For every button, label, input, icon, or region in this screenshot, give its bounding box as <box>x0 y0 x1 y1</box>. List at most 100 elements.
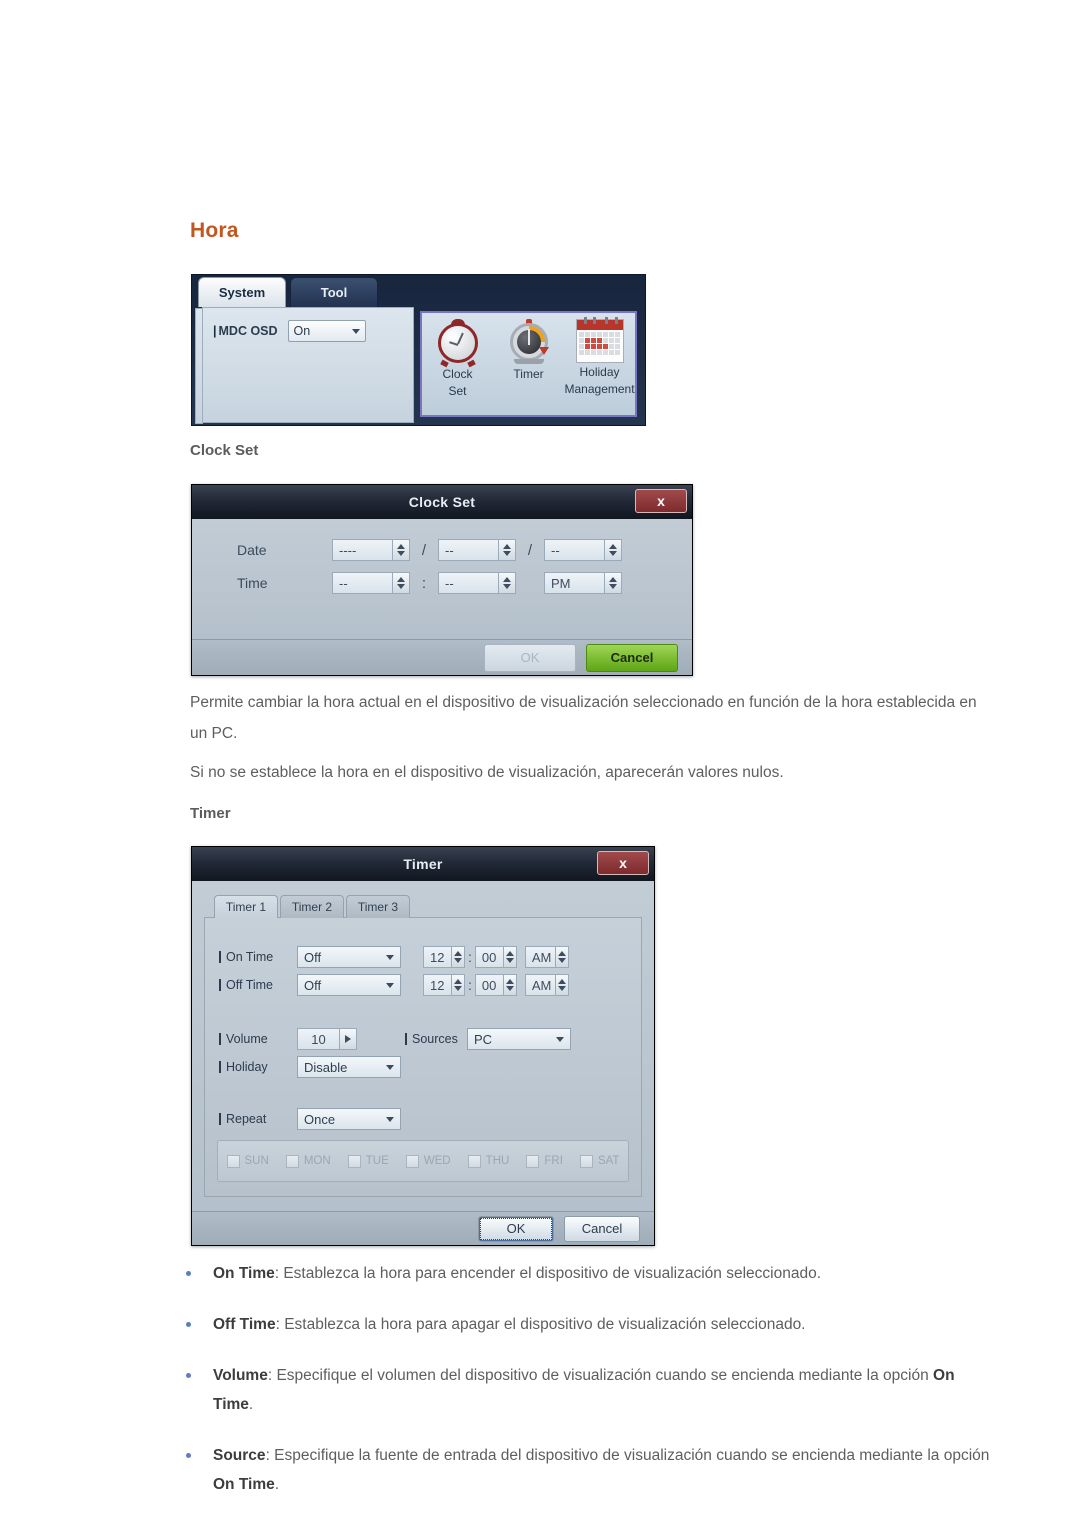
time-label: Time <box>237 575 268 591</box>
time-meridiem-arrows[interactable] <box>604 572 622 594</box>
volume-row: Volume 10 Sources PC <box>219 1028 571 1050</box>
section-heading-clock-set: Clock Set <box>190 442 259 459</box>
checkbox-box[interactable] <box>405 1154 419 1168</box>
close-icon[interactable]: x <box>597 851 649 875</box>
tab-tool[interactable]: Tool <box>290 277 378 307</box>
bullet-term-2: On Time <box>213 1476 275 1493</box>
clock-set-title: Clock Set <box>408 494 476 510</box>
time-minute-spinner[interactable]: -- <box>438 572 516 594</box>
off-time-minute-arrows[interactable] <box>502 974 517 996</box>
date-day-arrows[interactable] <box>604 539 622 561</box>
date-month-spinner[interactable]: -- <box>438 539 516 561</box>
off-time-minute-spinner[interactable]: 00 <box>474 974 517 996</box>
off-time-hour-spinner[interactable]: 12 <box>423 974 465 996</box>
bullet-term: On Time <box>213 1265 275 1282</box>
on-time-hour-arrows[interactable] <box>451 946 465 968</box>
clock-set-caption-1: Clock <box>442 367 473 381</box>
panel-body: | MDC OSD On Clock Set Timer Holiday Man… <box>194 307 643 424</box>
on-time-meridiem-spinner[interactable]: AM <box>524 946 569 968</box>
sources-dropdown[interactable]: PC <box>467 1028 571 1050</box>
off-time-meridiem-spinner[interactable]: AM <box>524 974 569 996</box>
list-item: Source: Especifique la fuente de entrada… <box>186 1441 996 1499</box>
off-time-hour-arrows[interactable] <box>451 974 465 996</box>
checkbox-label: FRI <box>544 1155 563 1167</box>
on-time-label: On Time <box>219 950 293 964</box>
bullet-text: : Especifique el volumen del dispositivo… <box>267 1367 934 1384</box>
clock-set-ok-button[interactable]: OK <box>484 643 576 672</box>
repeat-dropdown[interactable]: Once <box>297 1108 401 1130</box>
clock-set-icon <box>435 319 481 368</box>
mdc-osd-label: | MDC OSD <box>213 324 278 338</box>
tab-system[interactable]: System <box>198 277 286 307</box>
bullet-text-2: . <box>248 1396 254 1413</box>
bullet-text: : Establezca la hora para encender el di… <box>274 1265 822 1282</box>
on-time-minute-arrows[interactable] <box>502 946 517 968</box>
volume-value: 10 <box>297 1028 339 1050</box>
mdc-system-panel: System Tool | MDC OSD On Clock Set Timer… <box>191 274 646 426</box>
on-time-minute-spinner[interactable]: 00 <box>474 946 517 968</box>
date-year-arrows[interactable] <box>392 539 410 561</box>
checkbox-sun[interactable]: SUN <box>226 1154 269 1168</box>
document-page: Hora System Tool | MDC OSD On Clock Set … <box>0 0 1080 1527</box>
checkbox-box[interactable] <box>226 1154 240 1168</box>
checkbox-box[interactable] <box>347 1154 361 1168</box>
checkbox-box[interactable] <box>285 1154 299 1168</box>
tab-timer-3[interactable]: Timer 3 <box>346 895 410 918</box>
checkbox-wed[interactable]: WED <box>405 1154 451 1168</box>
checkbox-mon[interactable]: MON <box>285 1154 331 1168</box>
timer-ok-button[interactable]: OK <box>478 1215 554 1242</box>
off-time-meridiem-arrows[interactable] <box>554 974 569 996</box>
date-year-spinner[interactable]: ---- <box>332 539 410 561</box>
date-day-spinner[interactable]: -- <box>544 539 622 561</box>
checkbox-box[interactable] <box>579 1154 593 1168</box>
volume-increase-button[interactable] <box>339 1028 357 1050</box>
checkbox-label: TUE <box>365 1155 389 1167</box>
clock-set-titlebar: Clock Set x <box>192 485 692 519</box>
holiday-management-button[interactable]: Holiday Management <box>564 317 635 397</box>
bullet-text-2: . <box>274 1476 280 1493</box>
chevron-down-icon <box>386 982 394 988</box>
checkbox-tue[interactable]: TUE <box>347 1154 389 1168</box>
checkbox-fri[interactable]: FRI <box>526 1154 563 1168</box>
timer-footer: OK Cancel <box>192 1211 654 1245</box>
on-time-meridiem-arrows[interactable] <box>554 946 569 968</box>
checkbox-sat[interactable]: SAT <box>579 1154 619 1168</box>
volume-stepper[interactable]: 10 <box>297 1028 357 1050</box>
mdc-osd-dropdown[interactable]: On <box>287 320 366 342</box>
time-minute-value: -- <box>438 572 498 594</box>
checkbox-box[interactable] <box>467 1154 481 1168</box>
time-hour-arrows[interactable] <box>392 572 410 594</box>
time-hour-spinner[interactable]: -- <box>332 572 410 594</box>
timer-button[interactable]: Timer <box>494 319 564 384</box>
holiday-dropdown[interactable]: Disable <box>297 1056 401 1078</box>
date-month-arrows[interactable] <box>498 539 516 561</box>
volume-label: Volume <box>219 1032 293 1046</box>
clock-set-button[interactable]: Clock Set <box>423 319 493 399</box>
date-year-value: ---- <box>332 539 392 561</box>
timer-cancel-button[interactable]: Cancel <box>564 1215 640 1242</box>
list-item: Off Time: Establezca la hora para apagar… <box>186 1310 996 1339</box>
tab-timer-2[interactable]: Timer 2 <box>280 895 344 918</box>
clock-set-date-row: Date ---- / -- / -- <box>237 539 622 561</box>
holiday-caption-2: Management <box>564 382 635 396</box>
list-item: Volume: Especifique el volumen del dispo… <box>186 1361 996 1419</box>
time-meridiem-value: PM <box>544 572 604 594</box>
off-time-hour-value: 12 <box>423 974 451 996</box>
bullet-dot-icon <box>186 1373 191 1378</box>
panel-left-column: | MDC OSD On <box>195 307 414 424</box>
on-time-state-dropdown[interactable]: Off <box>297 946 401 968</box>
timer-body: Timer 1 Timer 2 Timer 3 On Time Off 12:… <box>192 881 654 1211</box>
off-time-state-dropdown[interactable]: Off <box>297 974 401 996</box>
time-meridiem-spinner[interactable]: PM <box>544 572 622 594</box>
on-time-hour-spinner[interactable]: 12 <box>423 946 465 968</box>
checkbox-box[interactable] <box>526 1154 540 1168</box>
clock-set-cancel-button[interactable]: Cancel <box>586 643 678 672</box>
tab-timer-1[interactable]: Timer 1 <box>214 895 278 918</box>
checkbox-thu[interactable]: THU <box>467 1154 509 1168</box>
repeat-label: Repeat <box>219 1112 293 1126</box>
chevron-down-icon <box>351 328 360 334</box>
time-minute-arrows[interactable] <box>498 572 516 594</box>
holiday-caption-1: Holiday <box>579 365 620 379</box>
close-icon[interactable]: x <box>635 489 687 513</box>
timer-icon <box>506 319 552 365</box>
